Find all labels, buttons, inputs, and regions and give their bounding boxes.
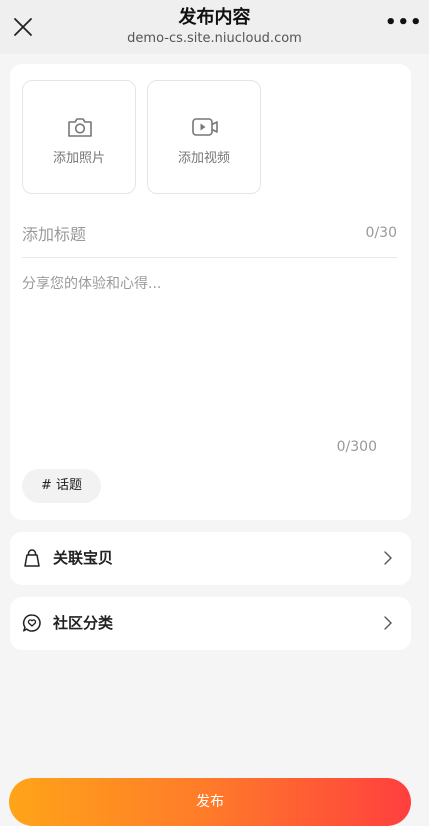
add-video-label: 添加视频 <box>177 151 230 166</box>
post-editor-card: 添加照片 添加视频 0/30 0/300 # 话题 <box>10 64 411 520</box>
content-char-count: 0/300 <box>336 439 377 455</box>
more-menu-button[interactable]: ••• <box>385 14 422 35</box>
page-title: 发布内容 <box>178 7 251 28</box>
link-products-row[interactable]: 关联宝贝 <box>10 532 411 585</box>
page-subtitle: demo-cs.site.niucloud.com <box>127 31 302 46</box>
title-input[interactable] <box>22 215 342 253</box>
title-divider <box>22 257 397 258</box>
community-category-row[interactable]: 社区分类 <box>10 597 411 650</box>
video-camera-icon <box>192 118 218 136</box>
chevron-right-icon <box>384 551 392 565</box>
camera-icon <box>68 118 92 137</box>
content-textarea[interactable] <box>22 273 397 423</box>
topic-button[interactable]: # 话题 <box>22 469 101 503</box>
shopping-bag-icon <box>24 549 40 567</box>
link-products-label: 关联宝贝 <box>53 549 114 567</box>
add-photo-button[interactable]: 添加照片 <box>22 80 136 194</box>
add-photo-label: 添加照片 <box>52 151 105 166</box>
chevron-right-icon <box>384 616 392 630</box>
title-char-count: 0/30 <box>365 225 397 241</box>
community-category-label: 社区分类 <box>53 614 114 632</box>
add-video-button[interactable]: 添加视频 <box>147 80 261 194</box>
chat-heart-icon <box>22 614 41 632</box>
publish-button[interactable]: 发布 <box>9 778 411 826</box>
top-bar: 发布内容 demo-cs.site.niucloud.com ••• <box>0 0 429 54</box>
